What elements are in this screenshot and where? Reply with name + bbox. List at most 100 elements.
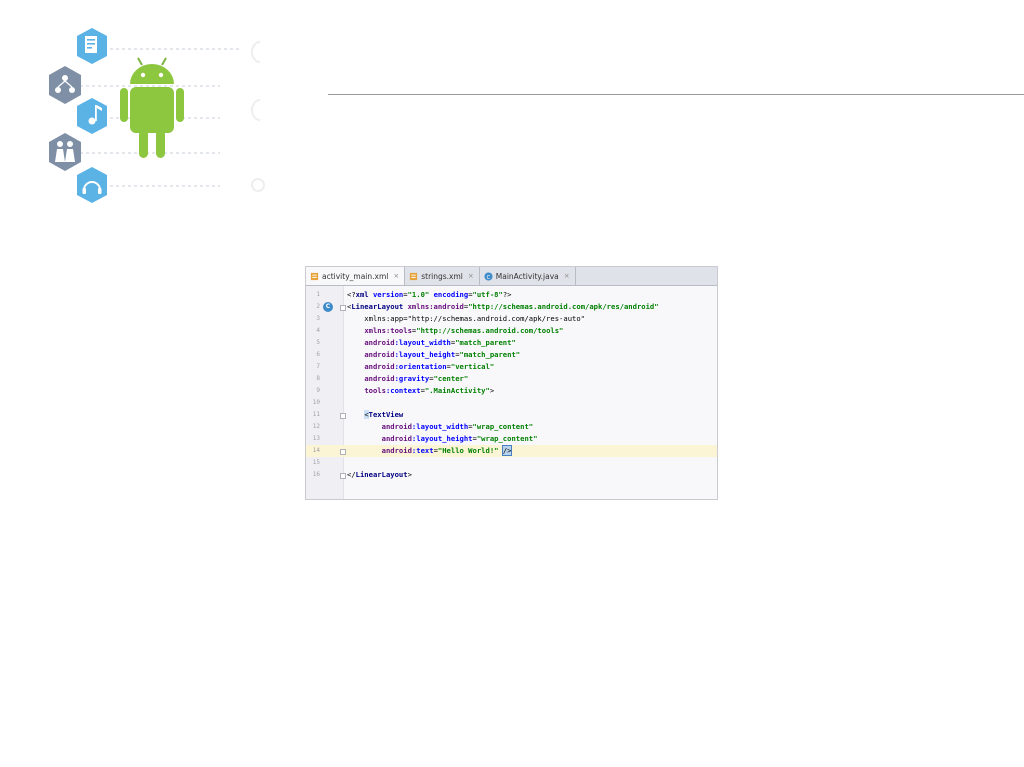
code-text: xmlns:app="http://schemas.android.com/ap… (347, 313, 585, 325)
line-number: 2 (316, 303, 320, 310)
code-token: :context (385, 386, 421, 395)
java-class-icon: C (484, 271, 493, 280)
document-icon (77, 28, 107, 64)
code-token: > (407, 470, 412, 479)
code-line: 15 (306, 457, 717, 469)
code-text: <LinearLayout xmlns:android="http://sche… (347, 301, 659, 313)
fold-marker-icon[interactable] (340, 305, 346, 311)
code-token: android (364, 374, 395, 383)
code-token: tools (364, 386, 386, 395)
code-text: </LinearLayout> (347, 469, 412, 481)
code-token: android (364, 362, 395, 371)
line-number: 10 (312, 399, 320, 406)
code-line: 3 xmlns:app="http://schemas.android.com/… (306, 313, 717, 325)
code-token: "center" (433, 374, 469, 383)
code-token: "http://schemas.android.com/apk/res/andr… (468, 302, 659, 311)
fold-marker-icon[interactable] (340, 473, 346, 479)
code-line: 10 (306, 397, 717, 409)
code-token: xmlns:app="http://schemas.android.com/ap… (347, 314, 585, 323)
fold-marker-icon[interactable] (340, 449, 346, 455)
code-token: ".MainActivity" (424, 386, 490, 395)
line-number: 8 (316, 375, 320, 382)
code-line: 1 <?xml version="1.0" encoding="utf-8"?> (306, 289, 717, 301)
xml-file-icon (310, 272, 319, 280)
code-text: android:orientation="vertical" (347, 361, 494, 373)
code-editor-window: activity_main.xml × strings.xml × C MainActiv… (305, 266, 718, 500)
code-line: 12 android:layout_width="wrap_content" (306, 421, 717, 433)
code-token: "vertical" (450, 362, 495, 371)
close-tab-icon[interactable]: × (468, 272, 474, 280)
code-token: :layout_height (411, 434, 473, 443)
code-token: <? (347, 290, 356, 299)
code-token: :layout_width (394, 338, 451, 347)
code-token: :text (411, 446, 434, 455)
code-token: :layout_height (394, 350, 456, 359)
code-token: xmlns:tools (364, 326, 412, 335)
xml-file-icon (410, 272, 418, 280)
close-tab-icon[interactable]: × (393, 272, 399, 280)
code-token: android (381, 446, 412, 455)
code-text: android:layout_width="match_parent" (347, 337, 516, 349)
code-text: android:text="Hello World!" /> (347, 445, 513, 457)
code-line: 14 android:text="Hello World!" /> (306, 445, 717, 457)
svg-text:C: C (486, 274, 490, 280)
code-text: android:layout_height="wrap_content" (347, 433, 538, 445)
code-line: 13 android:layout_height="wrap_content" (306, 433, 717, 445)
editor-tab-0[interactable]: activity_main.xml × (306, 267, 406, 285)
code-line: 8 android:gravity="center" (306, 373, 717, 385)
line-number: 11 (312, 411, 320, 418)
code-token: "Hello World!" (437, 446, 499, 455)
code-line: 5 android:layout_width="match_parent" (306, 337, 717, 349)
line-number: 13 (312, 435, 320, 442)
fold-marker-icon[interactable] (340, 413, 346, 419)
code-token: android (364, 338, 395, 347)
code-token: TextView (368, 410, 404, 419)
code-area[interactable]: 1 <?xml version="1.0" encoding="utf-8"?> 2… (306, 289, 717, 481)
code-token: LinearLayout (351, 302, 404, 311)
code-line: 11 <TextView (306, 409, 717, 421)
line-number: 6 (316, 351, 320, 358)
code-token: xml (355, 290, 369, 299)
line-number: 5 (316, 339, 320, 346)
android-logo-graphic (49, 28, 265, 203)
line-number: 12 (312, 423, 320, 430)
editor-tab-label: MainActivity.java (495, 271, 559, 281)
code-token: LinearLayout (355, 470, 408, 479)
code-text: <TextView (347, 409, 403, 421)
code-token: "http://schemas.android.com/tools" (416, 326, 564, 335)
code-token: :gravity (394, 374, 430, 383)
title-divider (328, 94, 1024, 95)
code-line: 4 xmlns:tools="http://schemas.android.co… (306, 325, 717, 337)
close-tab-icon[interactable]: × (564, 272, 570, 280)
code-text: android:layout_width="wrap_content" (347, 421, 533, 433)
code-token: version (372, 290, 404, 299)
code-token: > (489, 386, 495, 395)
code-line: 16 </LinearLayout> (306, 469, 717, 481)
line-number: 1 (316, 291, 320, 298)
code-token: "match_parent" (455, 338, 516, 347)
code-line: 7 android:orientation="vertical" (306, 361, 717, 373)
line-number: 4 (316, 327, 320, 334)
code-text: tools:context=".MainActivity"> (347, 385, 494, 397)
code-text: xmlns:tools="http://schemas.android.com/… (347, 325, 563, 337)
code-text: android:layout_height="match_parent" (347, 349, 520, 361)
code-text: <?xml version="1.0" encoding="utf-8"?> (347, 289, 511, 301)
code-line: 6 android:layout_height="match_parent" (306, 349, 717, 361)
code-token: "utf-8" (472, 290, 503, 299)
code-token: "match_parent" (459, 350, 521, 359)
code-token: xmlns:android (407, 302, 464, 311)
editor-tab-1[interactable]: strings.xml × (405, 267, 480, 285)
editor-tab-2[interactable]: C MainActivity.java × (480, 267, 576, 285)
activity-gutter-icon[interactable]: C (323, 302, 333, 312)
code-line: 2 C <LinearLayout xmlns:android="http://sc… (306, 301, 717, 313)
line-number: 15 (312, 459, 320, 466)
